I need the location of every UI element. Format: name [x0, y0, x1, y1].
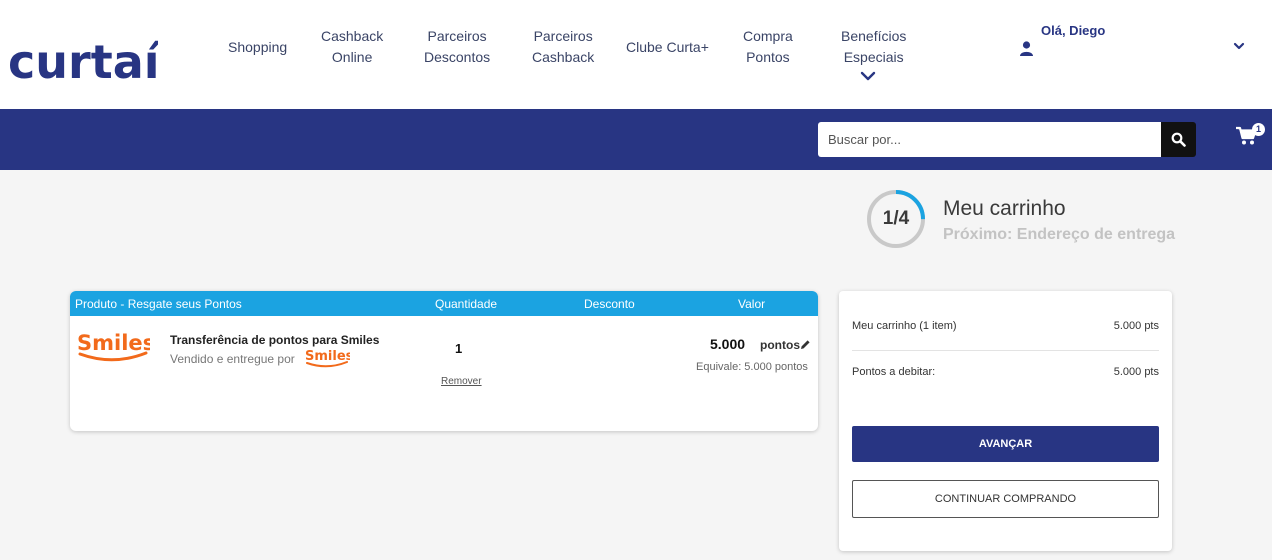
summary-cart-row: Meu carrinho (1 item) 5.000 pts: [852, 320, 1159, 332]
nav-label-line2: Descontos: [424, 49, 491, 65]
nav-label-line1: Cashback: [321, 28, 384, 44]
svg-text:curtaí: curtaí: [8, 40, 158, 89]
header-value: Valor: [738, 297, 766, 311]
pencil-icon[interactable]: [800, 339, 811, 350]
remove-item-link[interactable]: Remover: [441, 376, 482, 387]
user-icon[interactable]: [1020, 41, 1033, 56]
product-quantity: 1: [455, 341, 463, 356]
continue-shopping-button[interactable]: CONTINUAR COMPRANDO: [852, 480, 1159, 518]
nav-clube-curta[interactable]: Clube Curta+: [626, 37, 709, 58]
search-input[interactable]: [818, 122, 1161, 157]
header-quantity: Quantidade: [435, 297, 498, 311]
cart-product-table: Produto - Resgate seus Pontos Quantidade…: [70, 291, 818, 431]
header-product: Produto - Resgate seus Pontos: [75, 297, 242, 311]
nav-parceiros-cashback[interactable]: Parceiros Cashback: [532, 26, 594, 68]
summary-debit-row: Pontos a debitar: 5.000 pts: [852, 366, 1159, 378]
summary-cart-value: 5.000 pts: [1113, 320, 1159, 332]
nav-label-line1: Parceiros: [533, 28, 593, 44]
chevron-down-icon[interactable]: [859, 70, 877, 82]
nav-compra-pontos[interactable]: Compra Pontos: [743, 26, 793, 68]
nav-label-line2: Especiais: [843, 49, 904, 65]
product-equivalent: Equivale: 5.000 pontos: [696, 361, 808, 373]
svg-text:Smiles: Smiles: [305, 349, 350, 364]
seller-smiles-logo: Smiles: [305, 349, 350, 368]
summary-debit-label: Pontos a debitar:: [852, 366, 936, 378]
nav-shopping[interactable]: Shopping: [228, 37, 287, 58]
product-seller: Vendido e entregue por: [170, 352, 295, 366]
nav-label-line2: Cashback: [532, 49, 595, 65]
nav-label-line1: Parceiros: [427, 28, 487, 44]
summary-debit-value: 5.000 pts: [1113, 366, 1159, 378]
step-counter: 1/4: [882, 208, 910, 229]
nav-shopping-label: Shopping: [228, 39, 288, 55]
product-value-unit: pontos: [760, 338, 800, 352]
header-discount: Desconto: [584, 297, 635, 311]
nav-beneficios-especiais[interactable]: Benefícios Especiais: [841, 26, 906, 68]
order-summary: Meu carrinho (1 item) 5.000 pts Pontos a…: [839, 291, 1172, 551]
site-header: curtaí Shopping Cashback Online Parceiro…: [0, 0, 1272, 109]
nav-label-line2: Online: [331, 49, 373, 65]
svg-text:Smiles: Smiles: [77, 331, 150, 355]
cart-count-badge: 1: [1252, 123, 1265, 136]
summary-divider: [852, 350, 1159, 351]
search-icon: [1171, 132, 1186, 147]
step-title: Meu carrinho: [943, 197, 1066, 220]
smiles-logo: Smiles: [77, 331, 150, 362]
nav-cashback-online[interactable]: Cashback Online: [321, 26, 383, 68]
step-next-label: Próximo: Endereço de entrega: [943, 226, 1176, 243]
table-header: Produto - Resgate seus Pontos Quantidade…: [70, 291, 818, 316]
product-value: 5.000: [710, 336, 746, 352]
advance-button[interactable]: AVANÇAR: [852, 426, 1159, 462]
product-name: Transferência de pontos para Smiles: [170, 333, 380, 347]
user-menu-chevron-down-icon[interactable]: [1233, 42, 1245, 51]
user-greeting[interactable]: Olá, Diego: [1041, 23, 1105, 38]
curtai-logo[interactable]: curtaí: [8, 40, 158, 92]
nav-label-line1: Compra: [743, 28, 793, 44]
nav-parceiros-descontos[interactable]: Parceiros Descontos: [424, 26, 490, 68]
search-button[interactable]: [1161, 122, 1196, 157]
nav-label-line2: Pontos: [746, 49, 790, 65]
summary-cart-label: Meu carrinho (1 item): [852, 320, 957, 332]
nav-label-line1: Benefícios: [841, 28, 907, 44]
nav-clube-curta-label: Clube Curta+: [626, 39, 709, 55]
